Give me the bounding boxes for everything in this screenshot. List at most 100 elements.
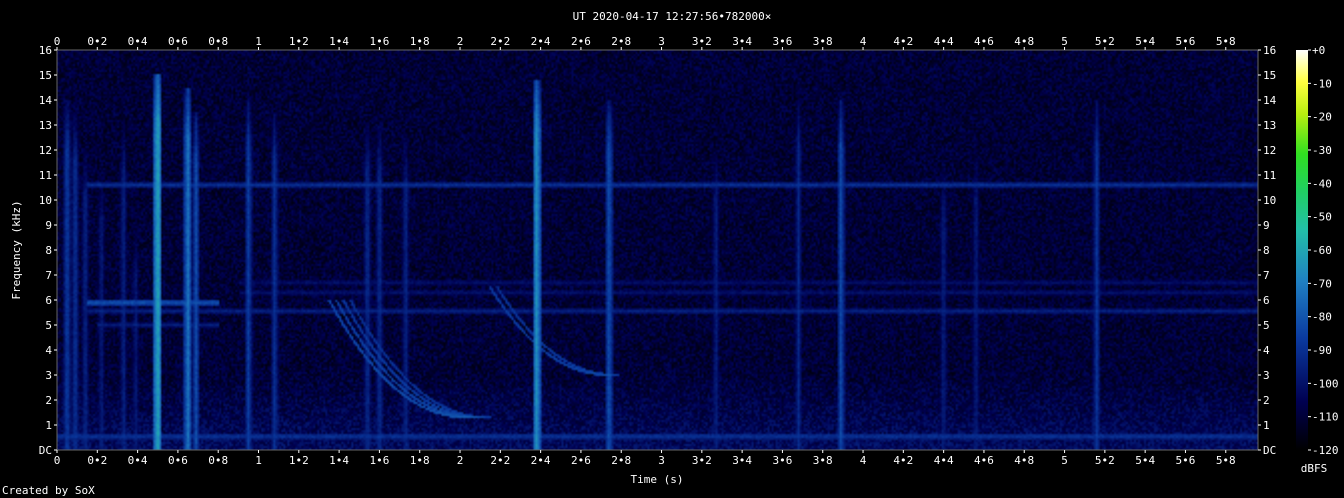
y-tick-left-label: 10 <box>39 194 52 207</box>
y-tick-right-label: 7 <box>1263 269 1270 282</box>
colorbar-tick-label: -20 <box>1312 111 1332 124</box>
y-tick-left-label: DC <box>39 444 52 457</box>
y-tick-left-label: 15 <box>39 69 52 82</box>
x-tick-bottom-label: 4•2 <box>893 454 913 467</box>
y-tick-right-label: 13 <box>1263 119 1276 132</box>
x-tick-top-label: 3 <box>658 35 665 48</box>
x-tick-top-label: 5•4 <box>1135 35 1155 48</box>
x-tick-bottom-label: 0•4 <box>128 454 148 467</box>
x-tick-top-label: 0•2 <box>87 35 107 48</box>
y-tick-right-label: 14 <box>1263 94 1277 107</box>
colorbar-tick-label: +0 <box>1312 44 1325 57</box>
x-tick-bottom-label: 3•6 <box>772 454 792 467</box>
y-tick-right-label: 9 <box>1263 219 1270 232</box>
colorbar-gradient <box>1296 50 1308 450</box>
y-tick-right-label: 15 <box>1263 69 1276 82</box>
x-tick-top-label: 0 <box>54 35 61 48</box>
x-tick-bottom-label: 1•2 <box>289 454 309 467</box>
y-tick-left-label: 12 <box>39 144 52 157</box>
y-tick-right-label: 5 <box>1263 319 1270 332</box>
y-tick-left-label: 2 <box>45 394 52 407</box>
y-tick-right-label: 10 <box>1263 194 1276 207</box>
x-tick-top-label: 4•8 <box>1014 35 1034 48</box>
colorbar-tick-label: -30 <box>1312 144 1332 157</box>
x-tick-bottom-label: 3 <box>658 454 665 467</box>
x-tick-top-label: 4•4 <box>934 35 954 48</box>
x-tick-top-label: 4•6 <box>974 35 994 48</box>
x-tick-bottom-label: 2 <box>457 454 464 467</box>
x-tick-bottom-label: 3•8 <box>813 454 833 467</box>
x-axis-label: Time (s) <box>631 473 684 486</box>
x-tick-bottom-label: 0•2 <box>87 454 107 467</box>
x-axis-bottom: 0 0•2 0•4 0•6 0•8 1 1•2 1•4 1•6 1•8 2 2•2 2•4 2•6 2•8 3… <box>54 450 1236 467</box>
y-tick-right-label: 8 <box>1263 244 1270 257</box>
colorbar-tick-label: -110 <box>1312 411 1339 424</box>
x-tick-bottom-label: 4 <box>860 454 867 467</box>
spectrogram-figure: UT 2020-04-17 12:27:56•782000× 0 0•2 0•4 0•… <box>10 10 1339 486</box>
x-tick-top-label: 2•2 <box>490 35 510 48</box>
x-tick-bottom-label: 2•6 <box>571 454 591 467</box>
y-tick-right-label: 2 <box>1263 394 1270 407</box>
y-tick-left-label: 9 <box>45 219 52 232</box>
x-tick-top-label: 0•8 <box>208 35 228 48</box>
spectrogram-image <box>57 50 1258 450</box>
x-tick-top-label: 1•2 <box>289 35 309 48</box>
x-tick-top-label: 5 <box>1061 35 1068 48</box>
colorbar-tick-label: -70 <box>1312 277 1332 290</box>
x-tick-bottom-label: 4•6 <box>974 454 994 467</box>
x-tick-bottom-label: 2•8 <box>611 454 631 467</box>
spectrogram-plot <box>56 49 1259 451</box>
x-tick-bottom-label: 2•2 <box>490 454 510 467</box>
x-tick-bottom-label: 1 <box>255 454 262 467</box>
y-tick-right-label: 16 <box>1263 44 1276 57</box>
x-tick-top-label: 0•4 <box>128 35 148 48</box>
x-tick-top-label: 1•8 <box>410 35 430 48</box>
y-axis-left: DC12345678910111213141516 <box>39 44 57 457</box>
colorbar-ticks: +0 -10 -20 -30 -40 -50 -60 -70 -80 -90 -100 -110 -12… <box>1308 44 1339 457</box>
x-tick-top-label: 2•4 <box>531 35 551 48</box>
y-tick-left-label: 11 <box>39 169 52 182</box>
x-tick-bottom-label: 4•4 <box>934 454 954 467</box>
colorbar: +0 -10 -20 -30 -40 -50 -60 -70 -80 -90 -100 -110 -12… <box>1296 44 1339 475</box>
y-tick-right-label: 11 <box>1263 169 1276 182</box>
colorbar-tick-label: -90 <box>1312 344 1332 357</box>
colorbar-tick-label: -50 <box>1312 211 1332 224</box>
colorbar-tick-label: -40 <box>1312 177 1332 190</box>
x-tick-top-label: 0•6 <box>168 35 188 48</box>
x-tick-top-label: 5•2 <box>1095 35 1115 48</box>
x-tick-bottom-label: 5•2 <box>1095 454 1115 467</box>
x-tick-bottom-label: 3•2 <box>692 454 712 467</box>
colorbar-tick-label: -100 <box>1312 377 1339 390</box>
colorbar-label: dBFS <box>1301 462 1328 475</box>
y-tick-right-label: 3 <box>1263 369 1270 382</box>
x-tick-top-label: 3•6 <box>772 35 792 48</box>
y-tick-left-label: 1 <box>45 419 52 432</box>
y-tick-left-label: 3 <box>45 369 52 382</box>
y-tick-left-label: 16 <box>39 44 52 57</box>
x-tick-bottom-label: 0•6 <box>168 454 188 467</box>
x-axis-top: 0 0•2 0•4 0•6 0•8 1 1•2 1•4 1•6 1•8 2 2•2 2•4 2•6 2•8 3… <box>54 35 1236 50</box>
x-tick-bottom-label: 1•6 <box>369 454 389 467</box>
y-tick-left-label: 5 <box>45 319 52 332</box>
y-tick-right-label: 6 <box>1263 294 1270 307</box>
created-by-credit: Created by SoX <box>2 484 95 497</box>
y-tick-left-label: 7 <box>45 269 52 282</box>
x-tick-bottom-label: 1•8 <box>410 454 430 467</box>
x-tick-top-label: 1•4 <box>329 35 349 48</box>
x-tick-bottom-label: 5•4 <box>1135 454 1155 467</box>
x-tick-bottom-label: 4•8 <box>1014 454 1034 467</box>
x-tick-bottom-label: 1•4 <box>329 454 349 467</box>
y-tick-right-label: 4 <box>1263 344 1270 357</box>
y-tick-right-label: 12 <box>1263 144 1276 157</box>
y-axis-label: Frequency (kHz) <box>10 200 23 299</box>
x-tick-top-label: 5•6 <box>1176 35 1196 48</box>
y-axis-right: DC12345678910111213141516 <box>1258 44 1277 457</box>
x-tick-bottom-label: 5 <box>1061 454 1068 467</box>
y-tick-left-label: 13 <box>39 119 52 132</box>
y-tick-right-label: 1 <box>1263 419 1270 432</box>
x-tick-top-label: 3•8 <box>813 35 833 48</box>
x-tick-top-label: 4•2 <box>893 35 913 48</box>
colorbar-tick-label: -60 <box>1312 244 1332 257</box>
x-tick-bottom-label: 5•6 <box>1176 454 1196 467</box>
x-tick-bottom-label: 3•4 <box>732 454 752 467</box>
